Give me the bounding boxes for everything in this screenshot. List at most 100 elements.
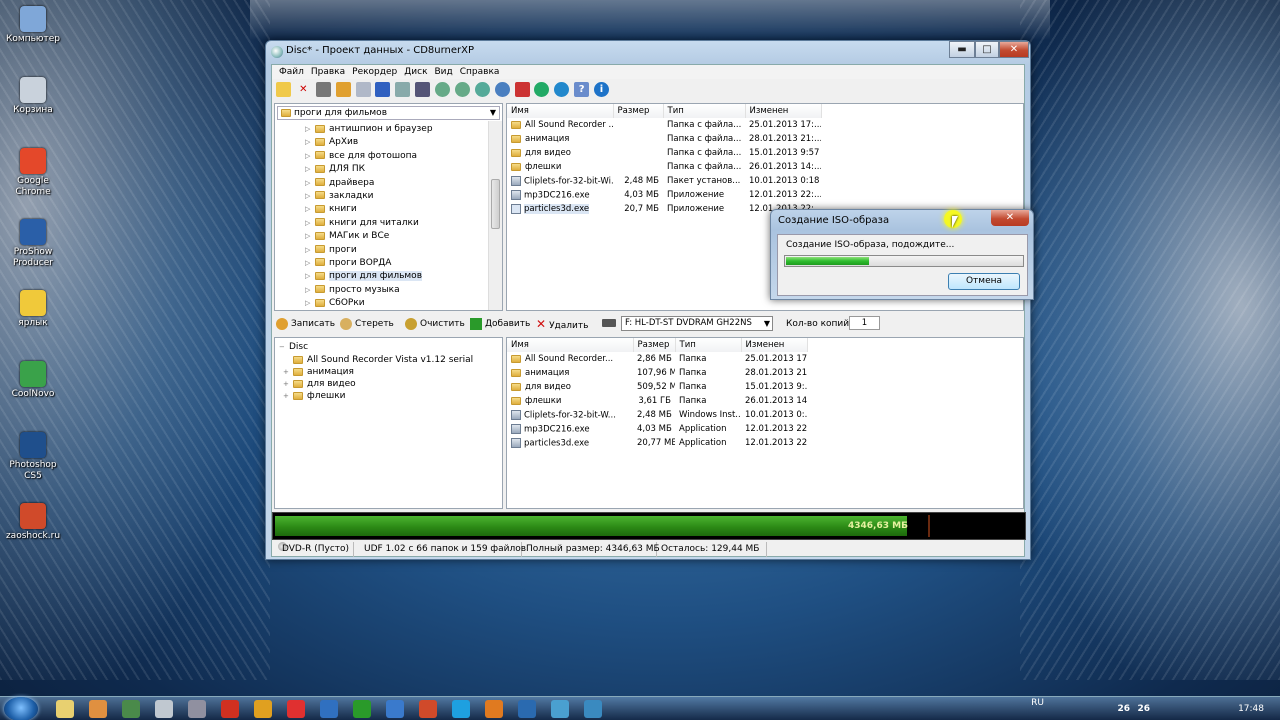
tree-item[interactable]: ▷ проги для фильмов [305, 270, 433, 283]
menu-item[interactable]: Справка [460, 65, 500, 79]
table-row[interactable]: mp3DC216.exe 4,03 МБ Application 12.01.2013… [507, 422, 807, 436]
collapse-icon[interactable]: − [279, 341, 289, 354]
tree-item[interactable]: ▷ проги [305, 244, 433, 257]
erase-button[interactable]: Стереть [340, 317, 394, 331]
expand-icon[interactable]: ▷ [305, 230, 315, 243]
close-button[interactable]: ✕ [999, 41, 1029, 58]
desktop-icon[interactable]: zaoshock.ru [2, 503, 64, 542]
expand-icon[interactable]: ▷ [305, 244, 315, 257]
expand-icon[interactable]: ▷ [305, 150, 315, 163]
table-row[interactable]: All Sound Recorder ... Папка с файла... 25… [507, 118, 821, 132]
minimize-button[interactable]: ▬ [949, 41, 975, 58]
info-icon[interactable]: i [594, 82, 609, 97]
tray-badge-2[interactable]: 26 [1137, 697, 1150, 720]
taskbar-app-icon[interactable] [221, 700, 239, 718]
tree-item[interactable]: ▷ проги ВОРДА [305, 257, 433, 270]
scrollbar-thumb[interactable] [491, 179, 500, 229]
column-header[interactable]: Имя [507, 104, 614, 118]
taskbar-app-icon[interactable] [353, 700, 371, 718]
settings-icon[interactable] [494, 82, 510, 97]
open-folder-icon[interactable] [276, 82, 291, 97]
save-icon[interactable] [355, 82, 371, 97]
tree-item[interactable]: ▷ АрХив [305, 136, 433, 149]
web-icon[interactable] [534, 82, 550, 97]
expand-icon[interactable]: ▷ [305, 163, 315, 176]
expand-icon[interactable]: + [283, 390, 293, 402]
table-row[interactable]: анимация Папка с файла... 28.01.2013 21:..… [507, 132, 821, 146]
cancel-button[interactable]: Отмена [948, 273, 1020, 290]
nav-forward-icon[interactable] [454, 82, 470, 97]
start-button[interactable] [4, 697, 38, 720]
taskbar-app-icon[interactable] [584, 700, 602, 718]
table-row[interactable]: для видео Папка с файла... 15.01.2013 9:57 [507, 146, 821, 160]
print-icon[interactable] [315, 82, 331, 97]
table-row[interactable]: для видео 509,52 МБ Папка 15.01.2013 9:... [507, 380, 807, 394]
tree-item[interactable]: ▷ драйвера [305, 177, 433, 190]
tree-item[interactable]: ▷ СбОРки [305, 297, 433, 310]
column-header[interactable]: Изменен [745, 104, 822, 118]
add-button[interactable]: Добавить [470, 317, 530, 331]
desktop-icon[interactable]: ProShow Producer [2, 219, 64, 269]
menu-item[interactable]: Диск [404, 65, 427, 79]
taskbar-app-icon[interactable] [419, 700, 437, 718]
desktop-icon[interactable]: CoolNovo [2, 361, 64, 400]
refresh-icon[interactable] [474, 82, 490, 97]
drive-select[interactable]: F: HL-DT-ST DVDRAM GH22NS ▼ [621, 316, 773, 331]
floppy-icon[interactable] [375, 82, 391, 97]
tree-item[interactable]: ▷ просто музыка [305, 284, 433, 297]
remove-button[interactable]: ✕ Удалить [536, 317, 588, 333]
column-header[interactable]: Размер [613, 104, 664, 118]
table-row[interactable]: particles3d.exe 20,77 МБ Application 12.01.… [507, 436, 807, 450]
taskbar-app-icon[interactable] [452, 700, 470, 718]
tree-item[interactable]: + анимация [279, 366, 473, 378]
desktop-icon[interactable]: Корзина [2, 77, 64, 116]
delete-icon[interactable]: ✕ [296, 82, 311, 97]
burn-icon[interactable] [335, 82, 351, 97]
taskbar-app-icon[interactable] [155, 700, 173, 718]
tree-item[interactable]: + флешки [279, 390, 473, 402]
taskbar-app-icon[interactable] [188, 700, 206, 718]
table-row[interactable]: Cliplets-for-32-bit-Wi... 2,48 МБ Пакет ус… [507, 174, 821, 188]
expand-icon[interactable]: ▷ [305, 270, 315, 283]
expand-icon[interactable]: ▷ [305, 257, 315, 270]
taskbar-app-icon[interactable] [485, 700, 503, 718]
desktop-icon[interactable]: Google Chrome [2, 148, 64, 198]
table-row[interactable]: Cliplets-for-32-bit-W... 2,48 МБ Windows I… [507, 408, 807, 422]
maximize-button[interactable]: □ [975, 41, 999, 58]
tree-item[interactable]: ▷ закладки [305, 190, 433, 203]
desktop-icon[interactable]: ярлык [2, 290, 64, 329]
table-row[interactable]: All Sound Recorder... 2,86 МБ Папка 25.01.2… [507, 352, 807, 366]
update-icon[interactable] [554, 82, 570, 97]
nav-back-icon[interactable] [435, 82, 450, 97]
tree-item[interactable]: All Sound Recorder Vista v1.12 serial [279, 354, 473, 366]
tree-item[interactable]: ▷ ДЛЯ ПК [305, 163, 433, 176]
expand-icon[interactable]: ▷ [305, 203, 315, 216]
taskbar-app-icon[interactable] [56, 700, 74, 718]
tree-item[interactable]: ▷ книги [305, 203, 433, 216]
disc-root[interactable]: − Disc [279, 341, 473, 354]
desktop-icon[interactable]: Photoshop CS5 [2, 432, 64, 482]
table-row[interactable]: флешки 3,61 ГБ Папка 26.01.2013 14:... [507, 394, 807, 408]
menu-item[interactable]: Рекордер [352, 65, 397, 79]
path-combo[interactable]: проги для фильмов ▼ [277, 106, 500, 120]
expand-icon[interactable]: ▷ [305, 190, 315, 203]
dialog-close-button[interactable]: ✕ [991, 210, 1029, 226]
taskbar-app-icon[interactable] [254, 700, 272, 718]
expand-icon[interactable]: + [283, 378, 293, 390]
menu-item[interactable]: Правка [311, 65, 345, 79]
menu-item[interactable]: Вид [435, 65, 453, 79]
tools-icon[interactable] [514, 82, 530, 97]
column-header[interactable]: Тип [663, 104, 746, 118]
clear-button[interactable]: Очистить [405, 317, 465, 331]
taskbar-app-icon[interactable] [122, 700, 140, 718]
table-row[interactable]: флешки Папка с файла... 26.01.2013 14:... [507, 160, 821, 174]
taskbar-app-icon[interactable] [287, 700, 305, 718]
drive-icon[interactable] [395, 82, 411, 97]
table-row[interactable]: mp3DC216.exe 4,03 МБ Приложение 12.01.2013 … [507, 188, 821, 202]
taskbar-app-icon[interactable] [551, 700, 569, 718]
taskbar-app-icon[interactable] [518, 700, 536, 718]
table-row[interactable]: анимация 107,96 МБ Папка 28.01.2013 21:... [507, 366, 807, 380]
expand-icon[interactable]: ▷ [305, 177, 315, 190]
tree-item[interactable]: ▷ все для фотошопа [305, 150, 433, 163]
help-icon[interactable]: ? [574, 82, 590, 97]
